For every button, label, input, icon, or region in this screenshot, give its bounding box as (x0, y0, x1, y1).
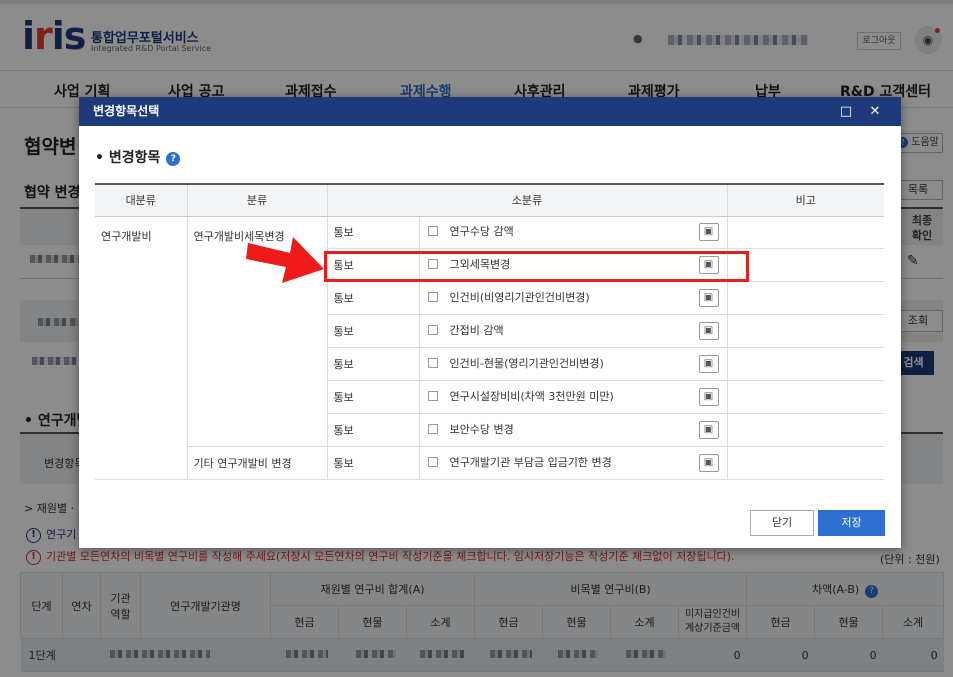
cell-note (727, 347, 884, 381)
cell-item: 보안수당 변경 ▣ (419, 413, 728, 447)
help-icon[interactable]: ? (166, 152, 181, 166)
cell-item: 인건비-현물(영리기관인건비변경) ▣ (419, 347, 728, 381)
col-note: 비고 (727, 184, 884, 217)
cell-type: 통보 (327, 347, 420, 381)
memo-icon[interactable]: ▣ (698, 420, 719, 439)
memo-icon[interactable]: ▣ (698, 387, 719, 406)
cell-type: 통보 (327, 380, 420, 414)
table-row[interactable]: 연구개발비 연구개발비세목변경 통보 연구수당 감액 ▣ (95, 216, 884, 480)
cell-note (727, 446, 884, 480)
red-arrow-icon (246, 237, 324, 283)
close-icon[interactable]: ✕ (865, 97, 885, 126)
item-checkbox[interactable] (427, 358, 438, 368)
cell-item: 연구개발기관 부담금 입금기한 변경 ▣ (419, 446, 728, 480)
cell-note (727, 380, 884, 414)
item-checkbox[interactable] (427, 292, 438, 303)
cell-note (727, 216, 884, 250)
cell-note (727, 413, 884, 447)
cell-type: 통보 (327, 216, 420, 250)
cell-item: 간접비 감액 ▣ (419, 314, 728, 349)
item-label: 연구수당 감액 (449, 225, 514, 239)
col-major: 대분류 (95, 184, 188, 217)
memo-icon[interactable]: ▣ (698, 453, 719, 472)
memo-icon[interactable]: ▣ (698, 322, 719, 341)
item-checkbox[interactable] (427, 390, 438, 401)
item-checkbox[interactable] (427, 423, 438, 434)
col-category: 분류 (187, 184, 328, 217)
memo-icon[interactable]: ▣ (698, 289, 719, 308)
col-minor: 소분류 (327, 184, 728, 217)
memo-icon[interactable]: ▣ (698, 223, 719, 242)
memo-icon[interactable]: ▣ (698, 355, 719, 373)
cell-type: 통보 (327, 314, 420, 349)
change-item-table: 대분류 분류 소분류 비고 연구개발비 연구개발비세목변경 통보 연구수당 감액… (95, 183, 884, 480)
item-checkbox[interactable] (427, 456, 438, 467)
item-checkbox[interactable] (427, 325, 438, 336)
item-label: 보안수당 변경 (449, 422, 514, 436)
cell-type: 통보 (327, 446, 420, 480)
cell-item: 연구시설장비비(차액 3천만원 미만) ▣ (419, 380, 728, 414)
maximize-icon[interactable]: □ (836, 97, 856, 126)
close-button[interactable]: 닫기 (750, 510, 814, 536)
change-items-subtitle: • 변경항목? (95, 147, 181, 167)
cell-note (727, 248, 884, 283)
cell-type: 통보 (327, 281, 420, 316)
modal-header: 변경항목선택 □ ✕ (79, 97, 901, 126)
item-label: 연구개발기관 부담금 입금기한 변경 (449, 455, 612, 469)
table-row[interactable]: 기타 연구개발비 변경 통보 연구개발기관 부담금 입금기한 변경 ▣ (95, 446, 884, 480)
item-checkbox[interactable] (427, 226, 438, 237)
save-button[interactable]: 저장 (818, 510, 885, 536)
cell-note (727, 314, 884, 349)
item-label: 간접비 감액 (449, 324, 504, 338)
item-label: 인건비-현물(영리기관인건비변경) (449, 357, 604, 370)
item-label: 인건비(비영리기관인건비변경) (449, 291, 590, 305)
change-item-modal: 변경항목선택 □ ✕ • 변경항목? 대분류 분류 소분류 비고 연구개발비 연… (79, 97, 901, 548)
change-items-subtitle-text: • 변경항목 (95, 150, 161, 166)
cell-item: 인건비(비영리기관인건비변경) ▣ (419, 281, 728, 316)
cell-item: 연구수당 감액 ▣ (419, 216, 728, 250)
cell-category: 기타 연구개발비 변경 (187, 446, 328, 480)
highlight-box (324, 251, 749, 282)
modal-title: 변경항목선택 (93, 104, 160, 118)
cell-major: 연구개발비 (95, 216, 188, 480)
cell-note (727, 281, 884, 316)
cell-type: 통보 (327, 413, 420, 447)
item-label: 연구시설장비비(차액 3천만원 미만) (449, 389, 614, 403)
